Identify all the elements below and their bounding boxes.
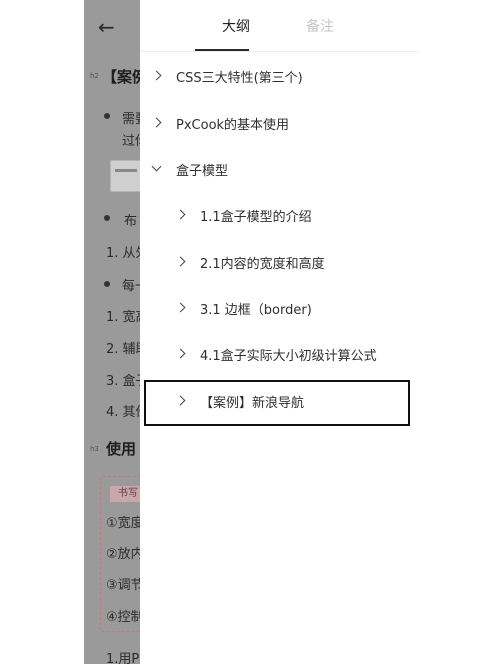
doc-heading-case: 【案例	[102, 68, 140, 86]
outline-item-label: 2.1内容的宽度和高度	[200, 256, 325, 272]
highlight-box	[144, 380, 410, 426]
chevron-right-icon[interactable]	[174, 347, 188, 361]
bullet-dot	[104, 113, 110, 119]
outline-panel: 大纲 备注 CSS三大特性(第三个) PxCook的基本使用 盒子模型 1.1盒…	[140, 0, 418, 664]
heading-level-tag: h3	[90, 445, 99, 453]
doc-list-item: 3. 盒子	[106, 374, 140, 389]
document-overlay[interactable]: ← h2 【案例 需要 过你 布 1. 从外 每一 1. 宽高 2. 辅助 3.…	[84, 0, 140, 664]
bullet-dot	[104, 281, 110, 287]
doc-text: 需要	[122, 112, 140, 127]
chevron-down-icon[interactable]	[150, 162, 164, 176]
outline-item-label: CSS三大特性(第三个)	[176, 70, 303, 86]
outline-item-box-model[interactable]: 盒子模型	[150, 157, 228, 181]
doc-tag-label: 书写	[110, 486, 140, 502]
outline-item-size-formula[interactable]: 4.1盒子实际大小初级计算公式	[174, 342, 377, 366]
outline-item-css-features[interactable]: CSS三大特性(第三个)	[150, 64, 303, 88]
doc-text: 布	[124, 214, 138, 229]
doc-text: 1.用P	[106, 652, 140, 664]
chevron-right-icon[interactable]	[174, 301, 188, 315]
outline-item-box-intro[interactable]: 1.1盒子模型的介绍	[174, 203, 312, 227]
doc-step: ①宽度	[106, 516, 140, 531]
doc-list-item: 4. 其他	[106, 405, 140, 420]
doc-list-item: 1. 宽高	[106, 310, 140, 325]
active-tab-indicator	[195, 49, 249, 51]
doc-image-thumbnail	[110, 160, 140, 192]
bullet-dot	[104, 215, 110, 221]
doc-step: ②放内	[106, 547, 140, 562]
back-arrow-icon[interactable]: ←	[98, 16, 120, 38]
chevron-right-icon[interactable]	[174, 255, 188, 269]
outline-item-label: 盒子模型	[176, 163, 229, 179]
outline-item-label: PxCook的基本使用	[176, 117, 290, 133]
doc-step: ④控制	[106, 610, 140, 625]
outline-item-border[interactable]: 3.1 边框（border)	[174, 296, 312, 320]
panel-tabs: 大纲 备注	[140, 0, 418, 52]
outline-item-label: 3.1 边框（border)	[200, 302, 312, 318]
doc-step: ③调节	[106, 578, 140, 593]
outline-item-label: 4.1盒子实际大小初级计算公式	[200, 348, 377, 364]
outline-item-pxcook[interactable]: PxCook的基本使用	[150, 111, 289, 135]
doc-heading-usage: 使用	[106, 440, 137, 458]
heading-level-tag: h2	[90, 72, 99, 80]
outline-item-content-size[interactable]: 2.1内容的宽度和高度	[174, 250, 325, 274]
tab-outline[interactable]: 大纲	[222, 18, 250, 36]
doc-list-item: 1. 从外	[106, 246, 140, 261]
doc-list-item: 2. 辅助	[106, 342, 140, 357]
outline-item-label: 1.1盒子模型的介绍	[200, 209, 312, 225]
chevron-right-icon[interactable]	[174, 208, 188, 222]
chevron-right-icon[interactable]	[150, 116, 164, 130]
tab-notes[interactable]: 备注	[306, 18, 334, 36]
chevron-right-icon[interactable]	[150, 69, 164, 83]
doc-text: 过你	[122, 134, 140, 149]
doc-text: 每一	[122, 279, 140, 294]
